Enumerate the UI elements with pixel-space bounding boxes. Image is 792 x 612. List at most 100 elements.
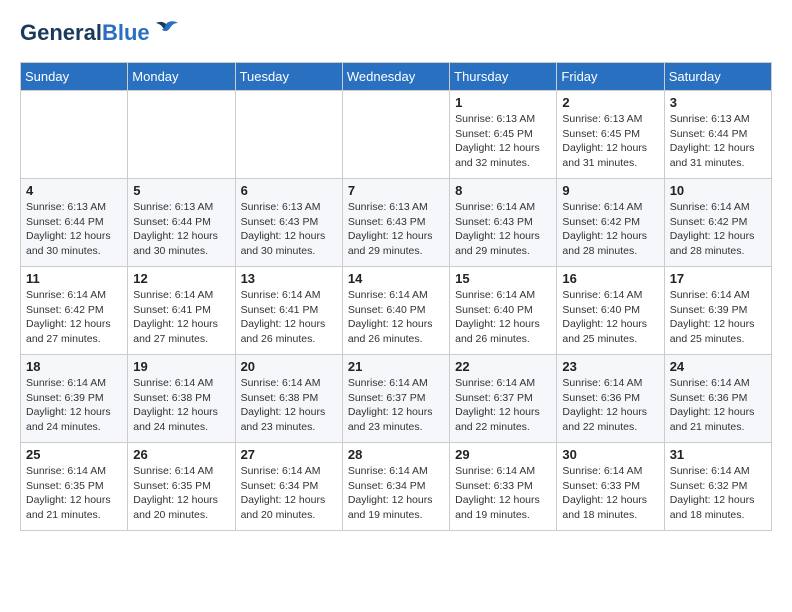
day-number: 4 [26, 183, 122, 198]
day-info: Sunrise: 6:14 AMSunset: 6:42 PMDaylight:… [26, 288, 122, 347]
calendar-day-cell: 25Sunrise: 6:14 AMSunset: 6:35 PMDayligh… [21, 443, 128, 531]
day-info: Sunrise: 6:14 AMSunset: 6:42 PMDaylight:… [562, 200, 658, 259]
day-number: 30 [562, 447, 658, 462]
calendar-day-cell: 7 Sunrise: 6:13 AMSunset: 6:43 PMDaylight… [342, 179, 449, 267]
calendar-day-cell: 20Sunrise: 6:14 AMSunset: 6:38 PMDayligh… [235, 355, 342, 443]
day-number: 7 [348, 183, 444, 198]
weekday-header-cell: Saturday [664, 63, 771, 91]
calendar-day-cell: 17 Sunrise: 6:14 AMSunset: 6:39 PMDayligh… [664, 267, 771, 355]
calendar-week-row: 4 Sunrise: 6:13 AMSunset: 6:44 PMDaylight… [21, 179, 772, 267]
day-info: Sunrise: 6:14 AMSunset: 6:34 PMDaylight:… [348, 464, 444, 523]
calendar-day-cell: 1 Sunrise: 6:13 AMSunset: 6:45 PMDaylight… [450, 91, 557, 179]
weekday-header-row: SundayMondayTuesdayWednesdayThursdayFrid… [21, 63, 772, 91]
day-number: 3 [670, 95, 766, 110]
calendar-day-cell: 16 Sunrise: 6:14 AMSunset: 6:40 PMDayligh… [557, 267, 664, 355]
calendar-day-cell: 26 Sunrise: 6:14 AMSunset: 6:35 PMDayligh… [128, 443, 235, 531]
day-number: 16 [562, 271, 658, 286]
day-number: 13 [241, 271, 337, 286]
weekday-header-cell: Sunday [21, 63, 128, 91]
day-number: 14 [348, 271, 444, 286]
calendar-day-cell: 29 Sunrise: 6:14 AMSunset: 6:33 PMDayligh… [450, 443, 557, 531]
weekday-header-cell: Monday [128, 63, 235, 91]
calendar-day-cell: 10 Sunrise: 6:14 AMSunset: 6:42 PMDayligh… [664, 179, 771, 267]
day-number: 9 [562, 183, 658, 198]
day-info: Sunrise: 6:13 AMSunset: 6:45 PMDaylight:… [455, 112, 551, 171]
calendar-day-cell: 8Sunrise: 6:14 AMSunset: 6:43 PMDaylight… [450, 179, 557, 267]
day-info: Sunrise: 6:13 AMSunset: 6:43 PMDaylight:… [348, 200, 444, 259]
logo: General Blue [20, 20, 180, 46]
calendar-week-row: 18Sunrise: 6:14 AMSunset: 6:39 PMDayligh… [21, 355, 772, 443]
weekday-header-cell: Friday [557, 63, 664, 91]
day-number: 24 [670, 359, 766, 374]
calendar-day-cell: 2Sunrise: 6:13 AMSunset: 6:45 PMDaylight… [557, 91, 664, 179]
calendar-body: 1 Sunrise: 6:13 AMSunset: 6:45 PMDaylight… [21, 91, 772, 531]
day-number: 22 [455, 359, 551, 374]
day-info: Sunrise: 6:14 AMSunset: 6:40 PMDaylight:… [455, 288, 551, 347]
day-number: 26 [133, 447, 229, 462]
day-info: Sunrise: 6:13 AMSunset: 6:44 PMDaylight:… [670, 112, 766, 171]
day-info: Sunrise: 6:14 AMSunset: 6:36 PMDaylight:… [670, 376, 766, 435]
day-number: 31 [670, 447, 766, 462]
day-number: 29 [455, 447, 551, 462]
day-number: 27 [241, 447, 337, 462]
day-info: Sunrise: 6:14 AMSunset: 6:35 PMDaylight:… [26, 464, 122, 523]
day-number: 19 [133, 359, 229, 374]
calendar-day-cell: 27 Sunrise: 6:14 AMSunset: 6:34 PMDayligh… [235, 443, 342, 531]
day-number: 15 [455, 271, 551, 286]
day-number: 17 [670, 271, 766, 286]
calendar-day-cell: 19 Sunrise: 6:14 AMSunset: 6:38 PMDayligh… [128, 355, 235, 443]
logo-bird-icon [152, 20, 180, 42]
day-number: 28 [348, 447, 444, 462]
calendar-day-cell: 13 Sunrise: 6:14 AMSunset: 6:41 PMDayligh… [235, 267, 342, 355]
calendar-day-cell: 6 Sunrise: 6:13 AMSunset: 6:43 PMDaylight… [235, 179, 342, 267]
day-info: Sunrise: 6:14 AMSunset: 6:40 PMDaylight:… [348, 288, 444, 347]
day-number: 20 [241, 359, 337, 374]
day-info: Sunrise: 6:13 AMSunset: 6:44 PMDaylight:… [26, 200, 122, 259]
day-number: 11 [26, 271, 122, 286]
day-info: Sunrise: 6:14 AMSunset: 6:33 PMDaylight:… [562, 464, 658, 523]
day-number: 21 [348, 359, 444, 374]
day-info: Sunrise: 6:14 AMSunset: 6:32 PMDaylight:… [670, 464, 766, 523]
day-number: 2 [562, 95, 658, 110]
day-number: 6 [241, 183, 337, 198]
day-info: Sunrise: 6:13 AMSunset: 6:43 PMDaylight:… [241, 200, 337, 259]
calendar-day-cell [342, 91, 449, 179]
day-info: Sunrise: 6:14 AMSunset: 6:37 PMDaylight:… [455, 376, 551, 435]
day-number: 23 [562, 359, 658, 374]
page-header: General Blue [20, 20, 772, 46]
calendar-week-row: 1 Sunrise: 6:13 AMSunset: 6:45 PMDaylight… [21, 91, 772, 179]
calendar-day-cell: 9 Sunrise: 6:14 AMSunset: 6:42 PMDaylight… [557, 179, 664, 267]
day-info: Sunrise: 6:14 AMSunset: 6:40 PMDaylight:… [562, 288, 658, 347]
day-number: 10 [670, 183, 766, 198]
day-info: Sunrise: 6:14 AMSunset: 6:37 PMDaylight:… [348, 376, 444, 435]
calendar-day-cell: 15 Sunrise: 6:14 AMSunset: 6:40 PMDayligh… [450, 267, 557, 355]
calendar-day-cell: 28 Sunrise: 6:14 AMSunset: 6:34 PMDayligh… [342, 443, 449, 531]
day-info: Sunrise: 6:14 AMSunset: 6:41 PMDaylight:… [241, 288, 337, 347]
calendar-day-cell: 22 Sunrise: 6:14 AMSunset: 6:37 PMDayligh… [450, 355, 557, 443]
calendar-day-cell: 11 Sunrise: 6:14 AMSunset: 6:42 PMDayligh… [21, 267, 128, 355]
day-number: 5 [133, 183, 229, 198]
weekday-header-cell: Wednesday [342, 63, 449, 91]
day-info: Sunrise: 6:14 AMSunset: 6:34 PMDaylight:… [241, 464, 337, 523]
day-info: Sunrise: 6:13 AMSunset: 6:44 PMDaylight:… [133, 200, 229, 259]
calendar-day-cell: 23Sunrise: 6:14 AMSunset: 6:36 PMDayligh… [557, 355, 664, 443]
day-info: Sunrise: 6:14 AMSunset: 6:35 PMDaylight:… [133, 464, 229, 523]
calendar-day-cell: 21 Sunrise: 6:14 AMSunset: 6:37 PMDayligh… [342, 355, 449, 443]
day-info: Sunrise: 6:14 AMSunset: 6:39 PMDaylight:… [670, 288, 766, 347]
calendar-day-cell: 14 Sunrise: 6:14 AMSunset: 6:40 PMDayligh… [342, 267, 449, 355]
day-info: Sunrise: 6:14 AMSunset: 6:42 PMDaylight:… [670, 200, 766, 259]
day-number: 12 [133, 271, 229, 286]
day-number: 8 [455, 183, 551, 198]
day-info: Sunrise: 6:14 AMSunset: 6:38 PMDaylight:… [133, 376, 229, 435]
calendar-week-row: 11 Sunrise: 6:14 AMSunset: 6:42 PMDayligh… [21, 267, 772, 355]
logo-blue: Blue [102, 20, 150, 46]
calendar-day-cell [128, 91, 235, 179]
calendar-table: SundayMondayTuesdayWednesdayThursdayFrid… [20, 62, 772, 531]
calendar-day-cell: 31 Sunrise: 6:14 AMSunset: 6:32 PMDayligh… [664, 443, 771, 531]
calendar-day-cell: 5 Sunrise: 6:13 AMSunset: 6:44 PMDaylight… [128, 179, 235, 267]
calendar-day-cell: 4 Sunrise: 6:13 AMSunset: 6:44 PMDaylight… [21, 179, 128, 267]
day-number: 1 [455, 95, 551, 110]
day-info: Sunrise: 6:14 AMSunset: 6:41 PMDaylight:… [133, 288, 229, 347]
day-info: Sunrise: 6:14 AMSunset: 6:33 PMDaylight:… [455, 464, 551, 523]
logo-text: General Blue [20, 20, 180, 46]
